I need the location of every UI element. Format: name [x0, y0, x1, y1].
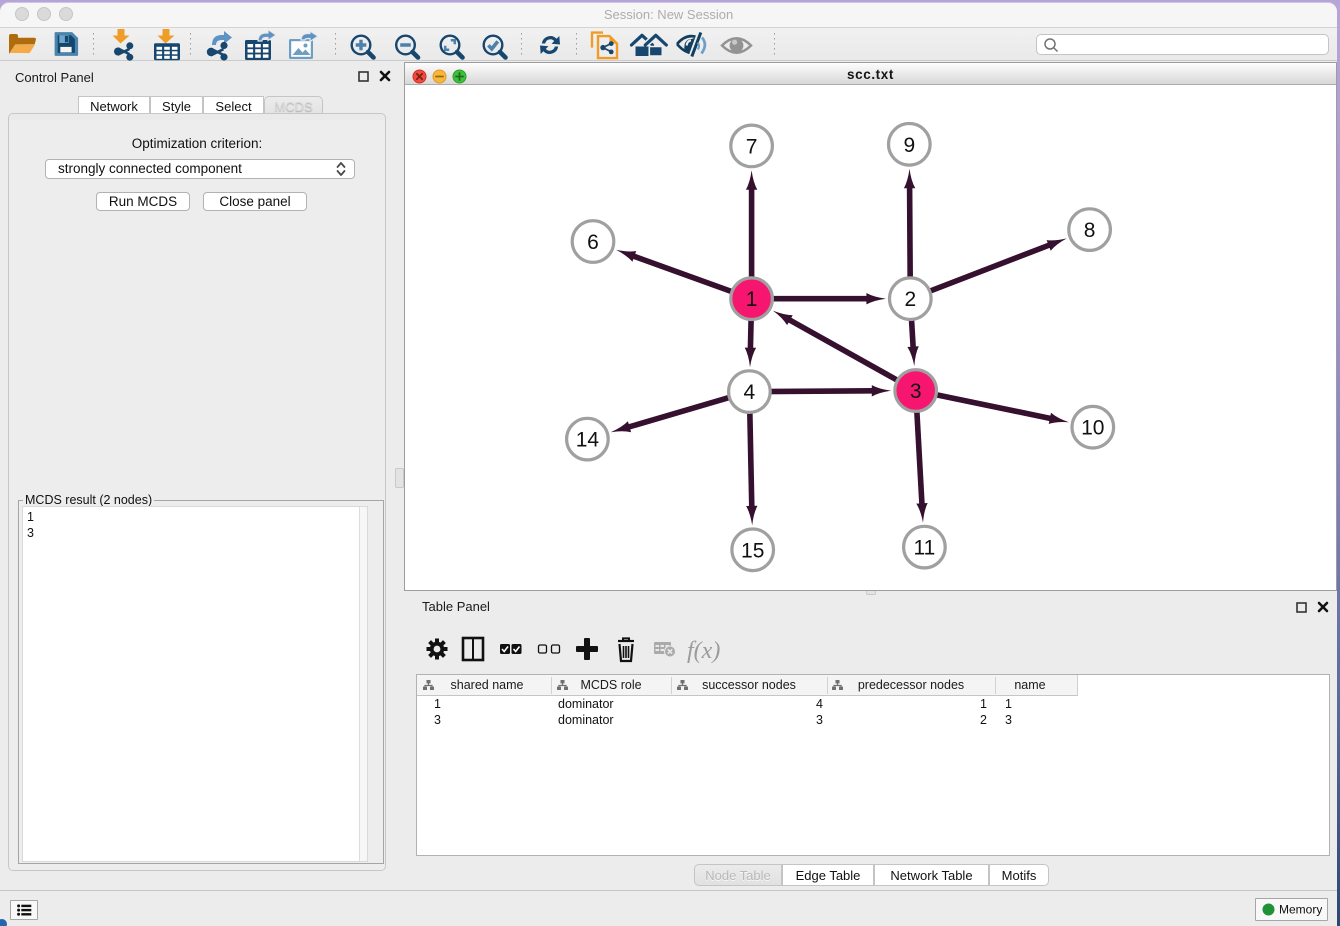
svg-text:6: 6 [587, 231, 599, 254]
svg-text:3: 3 [910, 380, 922, 403]
svg-text:Memory: Memory [1279, 903, 1322, 917]
svg-text:f(x): f(x) [687, 638, 720, 664]
svg-text:10: 10 [1081, 417, 1104, 440]
svg-text:2: 2 [904, 288, 916, 311]
svg-text:9: 9 [903, 134, 915, 157]
svg-text:14: 14 [576, 429, 600, 452]
svg-text:15: 15 [741, 539, 764, 562]
svg-text:4: 4 [744, 381, 756, 404]
svg-text:8: 8 [1084, 219, 1096, 242]
svg-text:7: 7 [746, 135, 758, 158]
svg-text:11: 11 [913, 537, 935, 560]
svg-text:1: 1 [746, 288, 758, 311]
